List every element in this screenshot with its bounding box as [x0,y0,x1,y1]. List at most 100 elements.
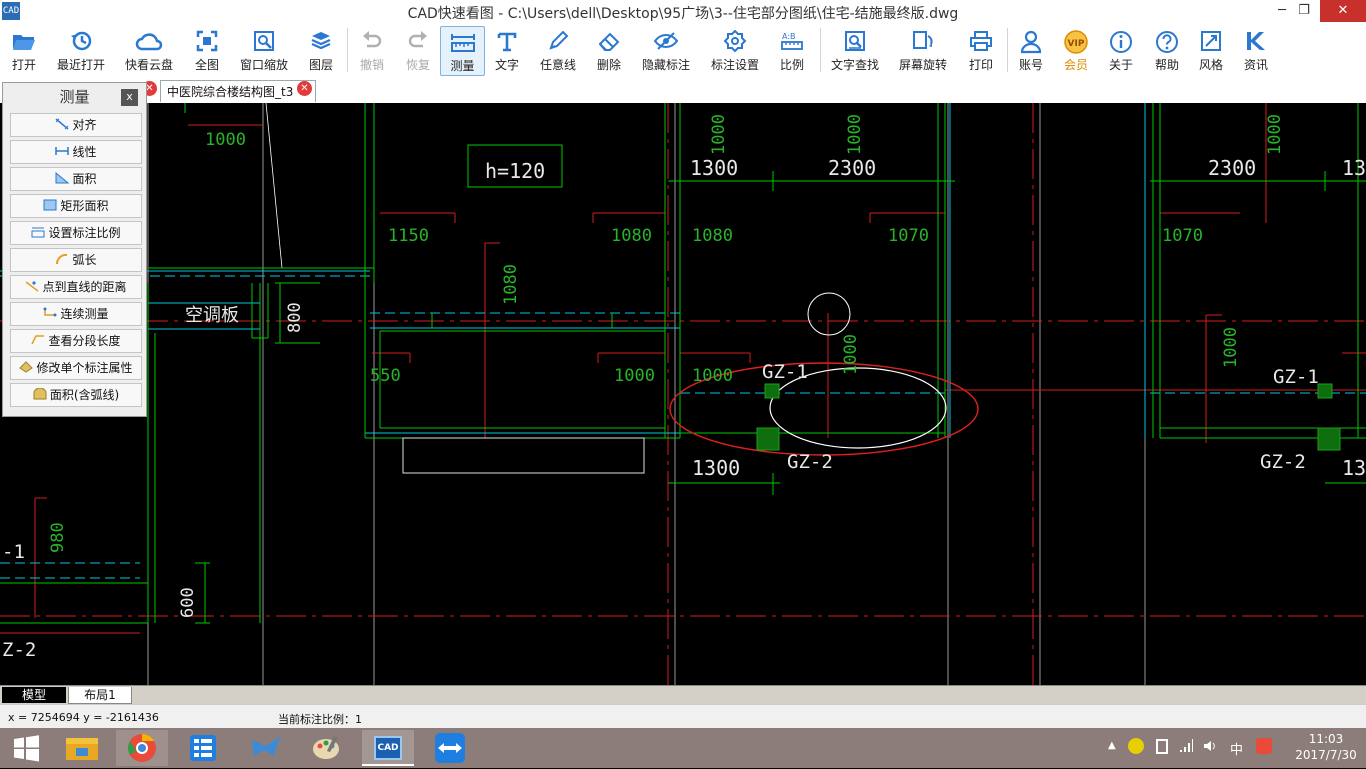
clock-date: 2017/7/30 [1295,748,1357,762]
redo-button[interactable]: 恢复 [398,26,438,76]
hide-annotation-button[interactable]: 隐藏标注 [638,26,694,76]
edit-annotation-property-button[interactable]: 修改单个标注属性 [10,356,142,380]
rotate-screen-icon [894,30,952,58]
account-button[interactable]: 账号 [1012,26,1050,76]
about-button[interactable]: 关于 [1102,26,1140,76]
pen-icon [534,30,582,58]
segment-icon [31,331,45,353]
scale-icon: A:B [772,30,812,58]
column-label-gz1: GZ-1 [1273,366,1319,388]
green-lines [0,103,1366,624]
cad-app-taskbar[interactable]: CAD [362,730,414,766]
arc-area-icon [33,385,47,407]
measure-rect-area-button[interactable]: 矩形面积 [10,194,142,218]
fit-view-icon [188,30,226,58]
windows-taskbar: CAD ▲ 中 11:03 2017/7/30 [0,728,1366,768]
column-label-gz2: GZ-2 [1260,451,1306,473]
delete-button[interactable]: 删除 [590,26,628,76]
open-button[interactable]: 打开 [4,26,44,76]
eraser-icon [590,30,628,58]
dim-label: 130 [1342,456,1366,480]
area-with-arc-button[interactable]: 面积(含弧线) [10,383,142,407]
style-button[interactable]: 风格 [1192,26,1230,76]
dim-label: 2300 [828,156,876,180]
battery-icon[interactable] [1156,739,1168,754]
clock-time: 11:03 [1308,732,1344,746]
print-button[interactable]: 打印 [962,26,1000,76]
scale-button[interactable]: A:B 比例 [772,26,812,76]
app-grid-taskbar[interactable] [178,730,230,766]
drawing-svg: 1000 h=120 1300 2300 2300 130 1000 1000 … [0,103,1366,685]
text-button[interactable]: 文字 [488,26,526,76]
window-title: CAD快速看图 - C:\Users\dell\Desktop\95广场\3--… [407,6,959,22]
news-icon [1236,30,1276,58]
bird-app-taskbar[interactable] [240,730,292,766]
main-toolbar: 打开 最近打开 快看云盘 全图 窗口缩放 图层 撤销 恢复 测量 文字 任意线 [0,24,1366,79]
cloud-drive-button[interactable]: 快看云盘 [120,26,178,76]
file-explorer-taskbar[interactable] [56,730,108,766]
help-button[interactable]: 帮助 [1148,26,1186,76]
continuous-measure-button[interactable]: 连续测量 [10,302,142,326]
tab-model[interactable]: 模型 [2,687,66,703]
browser-taskbar[interactable] [116,730,168,766]
start-button[interactable] [0,730,52,766]
tray-expand-icon[interactable]: ▲ [1108,740,1116,751]
vip-member-button[interactable]: VIP 会员 [1056,26,1096,76]
printer-icon [962,30,1000,58]
cyan-lines [0,103,1366,579]
tab-layout1[interactable]: 布局1 [68,687,132,704]
align-measure-icon [55,115,69,137]
teamviewer-taskbar[interactable] [424,730,476,766]
dim-label: 1150 [388,226,429,246]
annotation-settings-button[interactable]: 标注设置 [706,26,764,76]
restore-button[interactable]: ❐ [1284,0,1324,22]
arc-icon [55,250,69,272]
tab-close-icon[interactable]: ✕ [297,81,312,96]
undo-button[interactable]: 撤销 [352,26,392,76]
news-button[interactable]: 资讯 [1236,26,1276,76]
recent-open-button[interactable]: 最近打开 [52,26,110,76]
full-view-button[interactable]: 全图 [188,26,226,76]
browser-icon [128,734,156,762]
teamviewer-icon [435,733,465,763]
tab-active-drawing[interactable]: 中医院综合楼结构图_t3 [160,80,316,102]
paint-app-icon [313,736,339,759]
dim-label: 1300 [692,456,740,480]
dim-label: 1000 [841,334,861,375]
measure-linear-button[interactable]: 线性 [10,140,142,164]
point-to-line-distance-button[interactable]: 点到直线的距离 [10,275,142,299]
ac-board-label: 空调板 [185,305,239,326]
cad-drawing-canvas[interactable]: 1000 h=120 1300 2300 2300 130 1000 1000 … [0,103,1366,685]
undo-icon [352,30,392,58]
measure-arc-length-button[interactable]: 弧长 [10,248,142,272]
area-measure-icon [55,169,70,191]
sogou-ime-icon[interactable] [1256,738,1272,754]
layers-button[interactable]: 图层 [300,26,342,76]
ime-indicator[interactable]: 中 [1230,739,1243,758]
dim-label: 600 [178,587,198,618]
dim-label: 1000 [709,114,729,155]
status-bar: x = 7254694 y = -2161436 当前标注比例：1 [0,704,1366,729]
dim-label: 1000 [845,114,865,155]
title-bar: CAD CAD快速看图 - C:\Users\dell\Desktop\95广场… [0,0,1366,25]
measure-align-button[interactable]: 对齐 [10,113,142,137]
close-window-button[interactable]: ✕ [1320,0,1366,22]
measure-panel-close-button[interactable]: x [121,89,138,106]
folder-open-icon [4,30,44,58]
rect-area-icon [43,196,57,218]
clock[interactable]: 11:03 2017/7/30 [1286,731,1366,763]
window-zoom-button[interactable]: 窗口缩放 [236,26,292,76]
set-annotation-scale-button[interactable]: 设置标注比例 [10,221,142,245]
measure-area-button[interactable]: 面积 [10,167,142,191]
text-search-button[interactable]: 文字查找 [826,26,884,76]
measure-button[interactable]: 测量 [440,26,485,76]
paint-app-taskbar[interactable] [300,730,352,766]
redo-icon [398,30,438,58]
security-tray-icon[interactable] [1128,738,1144,754]
rotate-screen-button[interactable]: 屏幕旋转 [894,26,952,76]
freehand-line-button[interactable]: 任意线 [534,26,582,76]
view-segment-length-button[interactable]: 查看分段长度 [10,329,142,353]
layers-icon [300,30,342,58]
clock-icon [52,30,110,58]
info-icon [1102,30,1140,58]
